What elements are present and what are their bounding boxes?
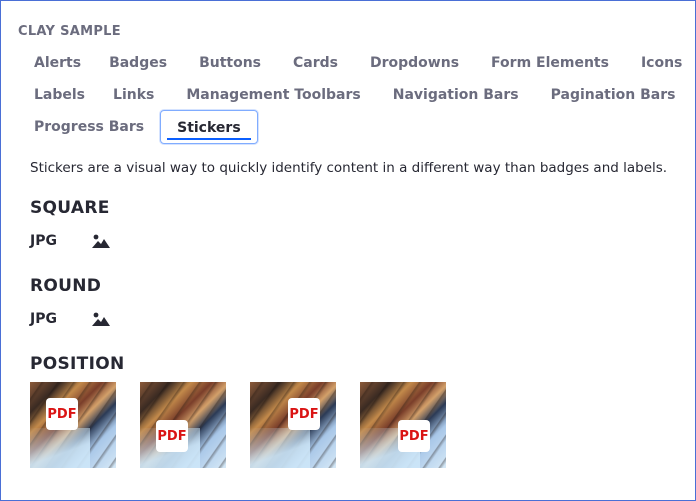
nav-link-buttons[interactable]: Buttons [183,46,277,80]
square-heading: SQUARE [30,198,110,218]
nav-row-1: Alerts Badges Buttons Cards Dropdowns Fo… [22,46,696,80]
image-icon [92,312,110,326]
nav-link-management-toolbars[interactable]: Management Toolbars [170,78,376,112]
round-sticker-jpg: JPG [30,311,57,327]
nav-link-stickers[interactable]: Stickers [160,110,258,144]
nav-row-3: Progress Bars Stickers [22,110,258,144]
nav-link-links[interactable]: Links [97,78,170,112]
pdf-sticker-bottom-left: PDF [156,420,188,452]
round-heading: ROUND [30,276,102,296]
position-thumbnail: PDF [30,382,116,468]
round-sticker-row: JPG [30,311,110,327]
position-thumbnail: PDF [250,382,336,468]
nav-link-pagination-bars[interactable]: Pagination Bars [535,78,692,112]
nav-link-badges[interactable]: Badges [93,46,183,80]
stickers-description: Stickers are a visual way to quickly ide… [30,160,668,176]
nav-link-cards[interactable]: Cards [277,46,354,80]
square-sticker-jpg: JPG [30,233,57,249]
nav-link-form-elements[interactable]: Form Elements [475,46,625,80]
image-icon [92,234,110,248]
nav-link-labels[interactable]: Labels [22,78,97,112]
nav-link-icons[interactable]: Icons [625,46,696,80]
position-heading: POSITION [30,354,125,374]
nav-row-2: Labels Links Management Toolbars Navigat… [22,78,691,112]
pdf-sticker-top-right: PDF [288,398,320,430]
sample-title: CLAY SAMPLE [18,24,121,39]
nav-link-navigation-bars[interactable]: Navigation Bars [377,78,535,112]
nav-link-progress-bars[interactable]: Progress Bars [22,110,156,144]
position-thumbnail: PDF [140,382,226,468]
nav-link-dropdowns[interactable]: Dropdowns [354,46,475,80]
pdf-sticker-top-left: PDF [46,398,78,430]
nav-link-alerts[interactable]: Alerts [22,46,93,80]
square-sticker-row: JPG [30,233,110,249]
position-thumbnail: PDF [360,382,446,468]
pdf-sticker-bottom-right: PDF [398,420,430,452]
